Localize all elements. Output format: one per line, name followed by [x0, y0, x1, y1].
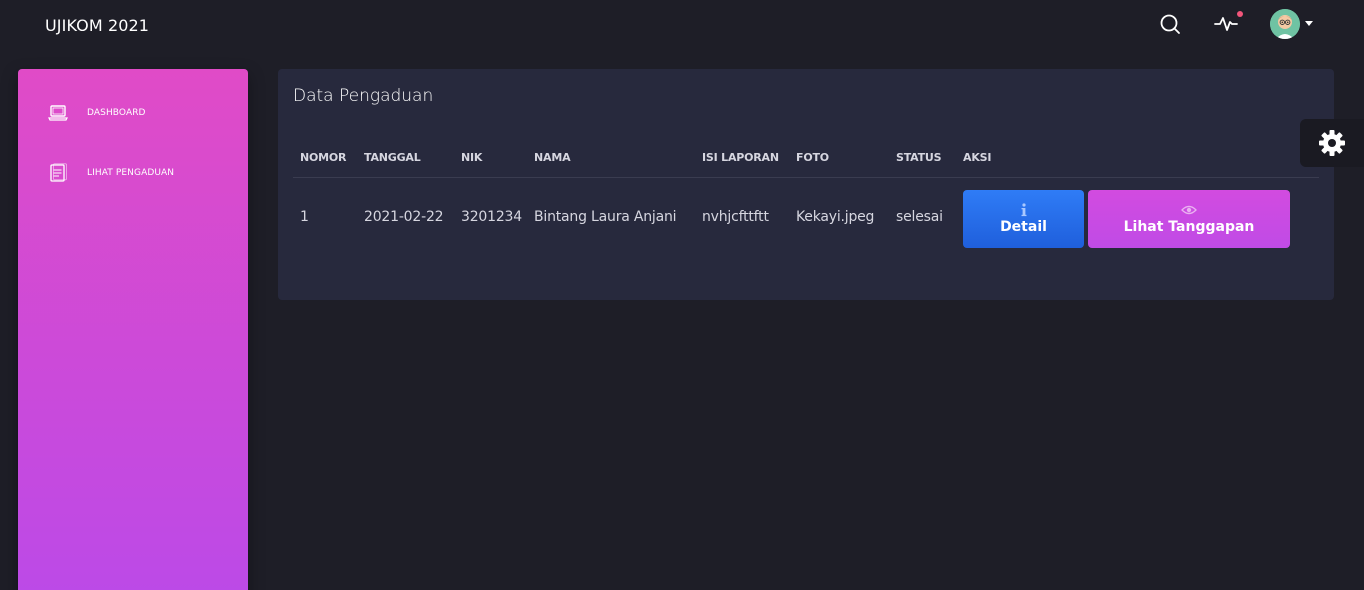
- page-title: Data Pengaduan: [293, 86, 434, 106]
- cell-nama: Bintang Laura Anjani: [534, 209, 677, 225]
- document-icon: [50, 163, 67, 182]
- column-header-isi-laporan: ISI LAPORAN: [702, 151, 779, 164]
- detail-button-label: Detail: [1000, 219, 1047, 235]
- lihat-tanggapan-button[interactable]: Lihat Tanggapan: [1088, 190, 1290, 248]
- column-header-tanggal: TANGGAL: [364, 151, 421, 164]
- sidebar-item-label: DASHBOARD: [87, 108, 146, 118]
- top-navbar: UJIKOM 2021: [0, 0, 1364, 50]
- sidebar-item-lihat-pengaduan[interactable]: LIHAT PENGADUAN: [18, 153, 248, 193]
- table-row: 1 2021-02-22 3201234 Bintang Laura Anjan…: [293, 179, 1319, 259]
- eye-icon: [1181, 205, 1197, 215]
- settings-button[interactable]: [1300, 119, 1364, 167]
- gear-icon: [1319, 130, 1345, 156]
- brand-title[interactable]: UJIKOM 2021: [45, 16, 149, 35]
- column-header-nomor: NOMOR: [300, 151, 347, 164]
- laptop-icon: [48, 105, 68, 121]
- table-header: NOMOR TANGGAL NIK NAMA ISI LAPORAN FOTO …: [293, 139, 1319, 178]
- activity-icon[interactable]: [1212, 10, 1240, 38]
- column-header-nama: NAMA: [534, 151, 571, 164]
- cell-foto: Kekayi.jpeg: [796, 209, 875, 225]
- data-pengaduan-card: Data Pengaduan NOMOR TANGGAL NIK NAMA IS…: [278, 69, 1334, 300]
- column-header-status: STATUS: [896, 151, 942, 164]
- cell-nik: 3201234: [461, 209, 522, 225]
- column-header-foto: FOTO: [796, 151, 829, 164]
- lihat-tanggapan-button-label: Lihat Tanggapan: [1123, 219, 1255, 235]
- sidebar-item-dashboard[interactable]: DASHBOARD: [18, 93, 248, 133]
- notification-dot: [1237, 11, 1243, 17]
- sidebar-item-label: LIHAT PENGADUAN: [87, 168, 175, 178]
- cell-nomor: 1: [300, 209, 309, 225]
- sidebar: DASHBOARD LIHAT PENGADUAN: [18, 69, 248, 590]
- cell-status: selesai: [896, 209, 943, 225]
- detail-button[interactable]: Detail: [963, 190, 1084, 248]
- info-icon: [1021, 203, 1026, 217]
- search-icon[interactable]: [1157, 10, 1185, 38]
- cell-isi-laporan: nvhjcfttftt: [702, 209, 769, 225]
- chevron-down-icon[interactable]: [1305, 21, 1313, 26]
- cell-tanggal: 2021-02-22: [364, 209, 444, 225]
- column-header-aksi: AKSI: [963, 151, 992, 164]
- column-header-nik: NIK: [461, 151, 483, 164]
- avatar[interactable]: [1270, 9, 1300, 39]
